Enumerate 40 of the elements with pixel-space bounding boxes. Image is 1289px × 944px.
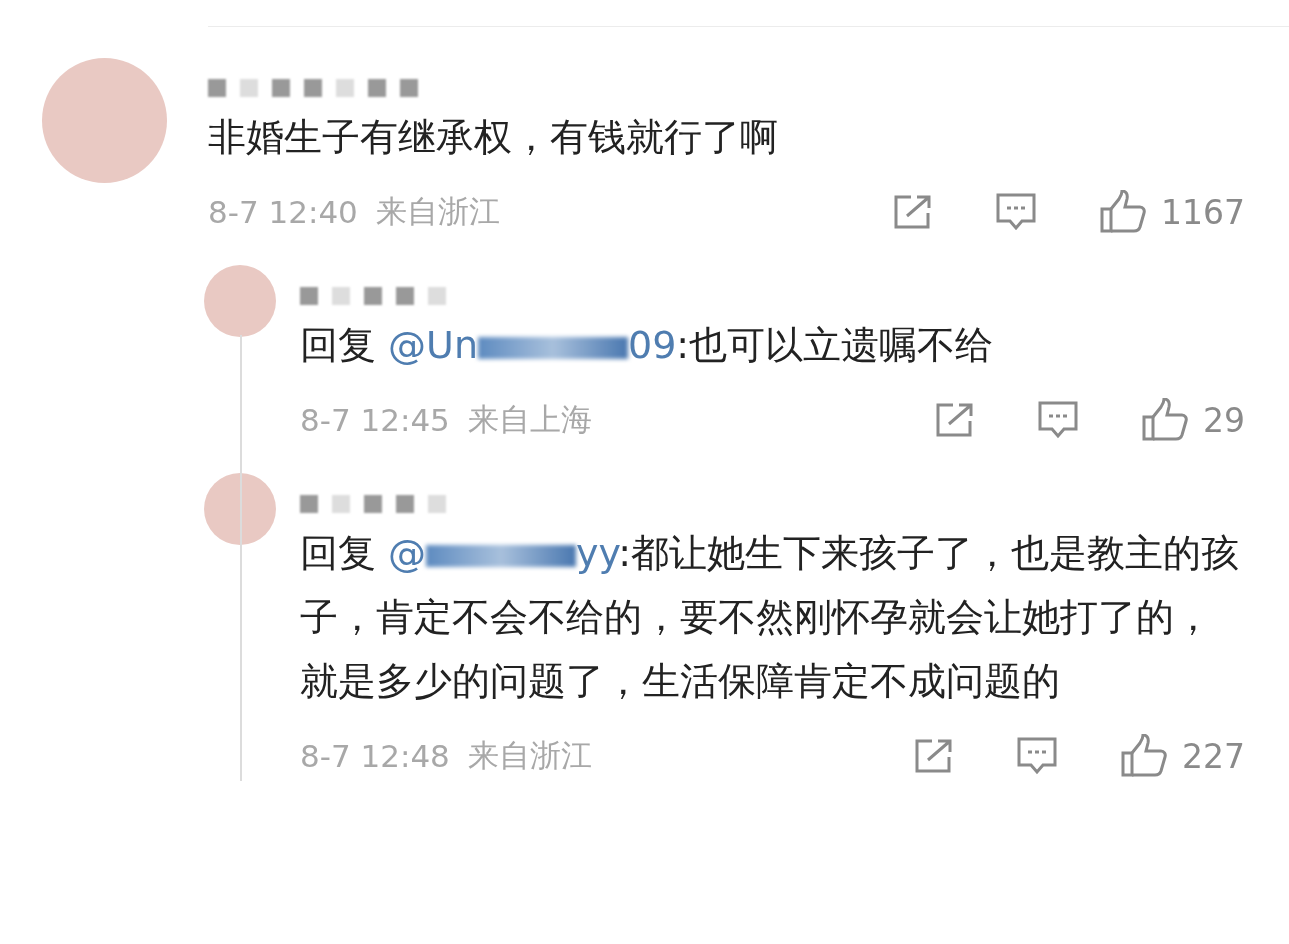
comment-icon[interactable] (1016, 736, 1058, 776)
pixelated-username (300, 287, 318, 305)
pixelated-username (272, 79, 290, 97)
share-icon[interactable] (935, 402, 975, 438)
comment-time: 8-7 12:48 (300, 738, 450, 774)
comment-icon[interactable] (995, 192, 1037, 232)
share-icon[interactable] (914, 738, 954, 774)
comment-icon[interactable] (1037, 400, 1079, 440)
comment-location: 来自浙江 (375, 192, 500, 231)
share-icon[interactable] (893, 194, 933, 230)
like-count: 29 (1203, 400, 1245, 440)
like-count: 227 (1182, 736, 1245, 776)
thumbs-up-icon[interactable] (1099, 190, 1147, 234)
pixelated-username (364, 495, 382, 513)
pixelated-username (400, 79, 418, 97)
comment-time: 8-7 12:45 (300, 402, 450, 438)
pixelated-username (332, 287, 350, 305)
pixelated-username (368, 79, 386, 97)
pixelated-username (428, 287, 446, 305)
thumbs-up-icon[interactable] (1120, 734, 1168, 778)
pixelated-username (208, 79, 226, 97)
pixelated-username (300, 495, 318, 513)
pixelated-username (240, 79, 258, 97)
mention-link[interactable]: @Un 09 (388, 323, 677, 367)
reply-text: 回复 @ yy:都让她生下来孩子了，也是教主的孩子，肯定不会不给的，要不然刚怀孕就会让她打了的，就是多少的问题了，生活保障肯定不成问题的 (300, 530, 1241, 705)
mention-link[interactable]: @ yy (388, 531, 619, 575)
comment-time: 8-7 12:40 (208, 194, 358, 230)
comment-text: 非婚生子有继承权，有钱就行了啊 (208, 114, 779, 161)
comment-location: 来自浙江 (467, 736, 592, 775)
comment-location: 来自上海 (467, 400, 592, 439)
pixelated-username (396, 287, 414, 305)
thumbs-up-icon[interactable] (1141, 398, 1189, 442)
reply-text: 回复 @Un 09:也可以立遗嘱不给 (300, 322, 995, 369)
pixelated-username (336, 79, 354, 97)
pixelated-username (332, 495, 350, 513)
pixelated-username (304, 79, 322, 97)
like-count: 1167 (1161, 192, 1245, 232)
pixelated-username (364, 287, 382, 305)
pixelated-username (428, 495, 446, 513)
pixelated-username (396, 495, 414, 513)
